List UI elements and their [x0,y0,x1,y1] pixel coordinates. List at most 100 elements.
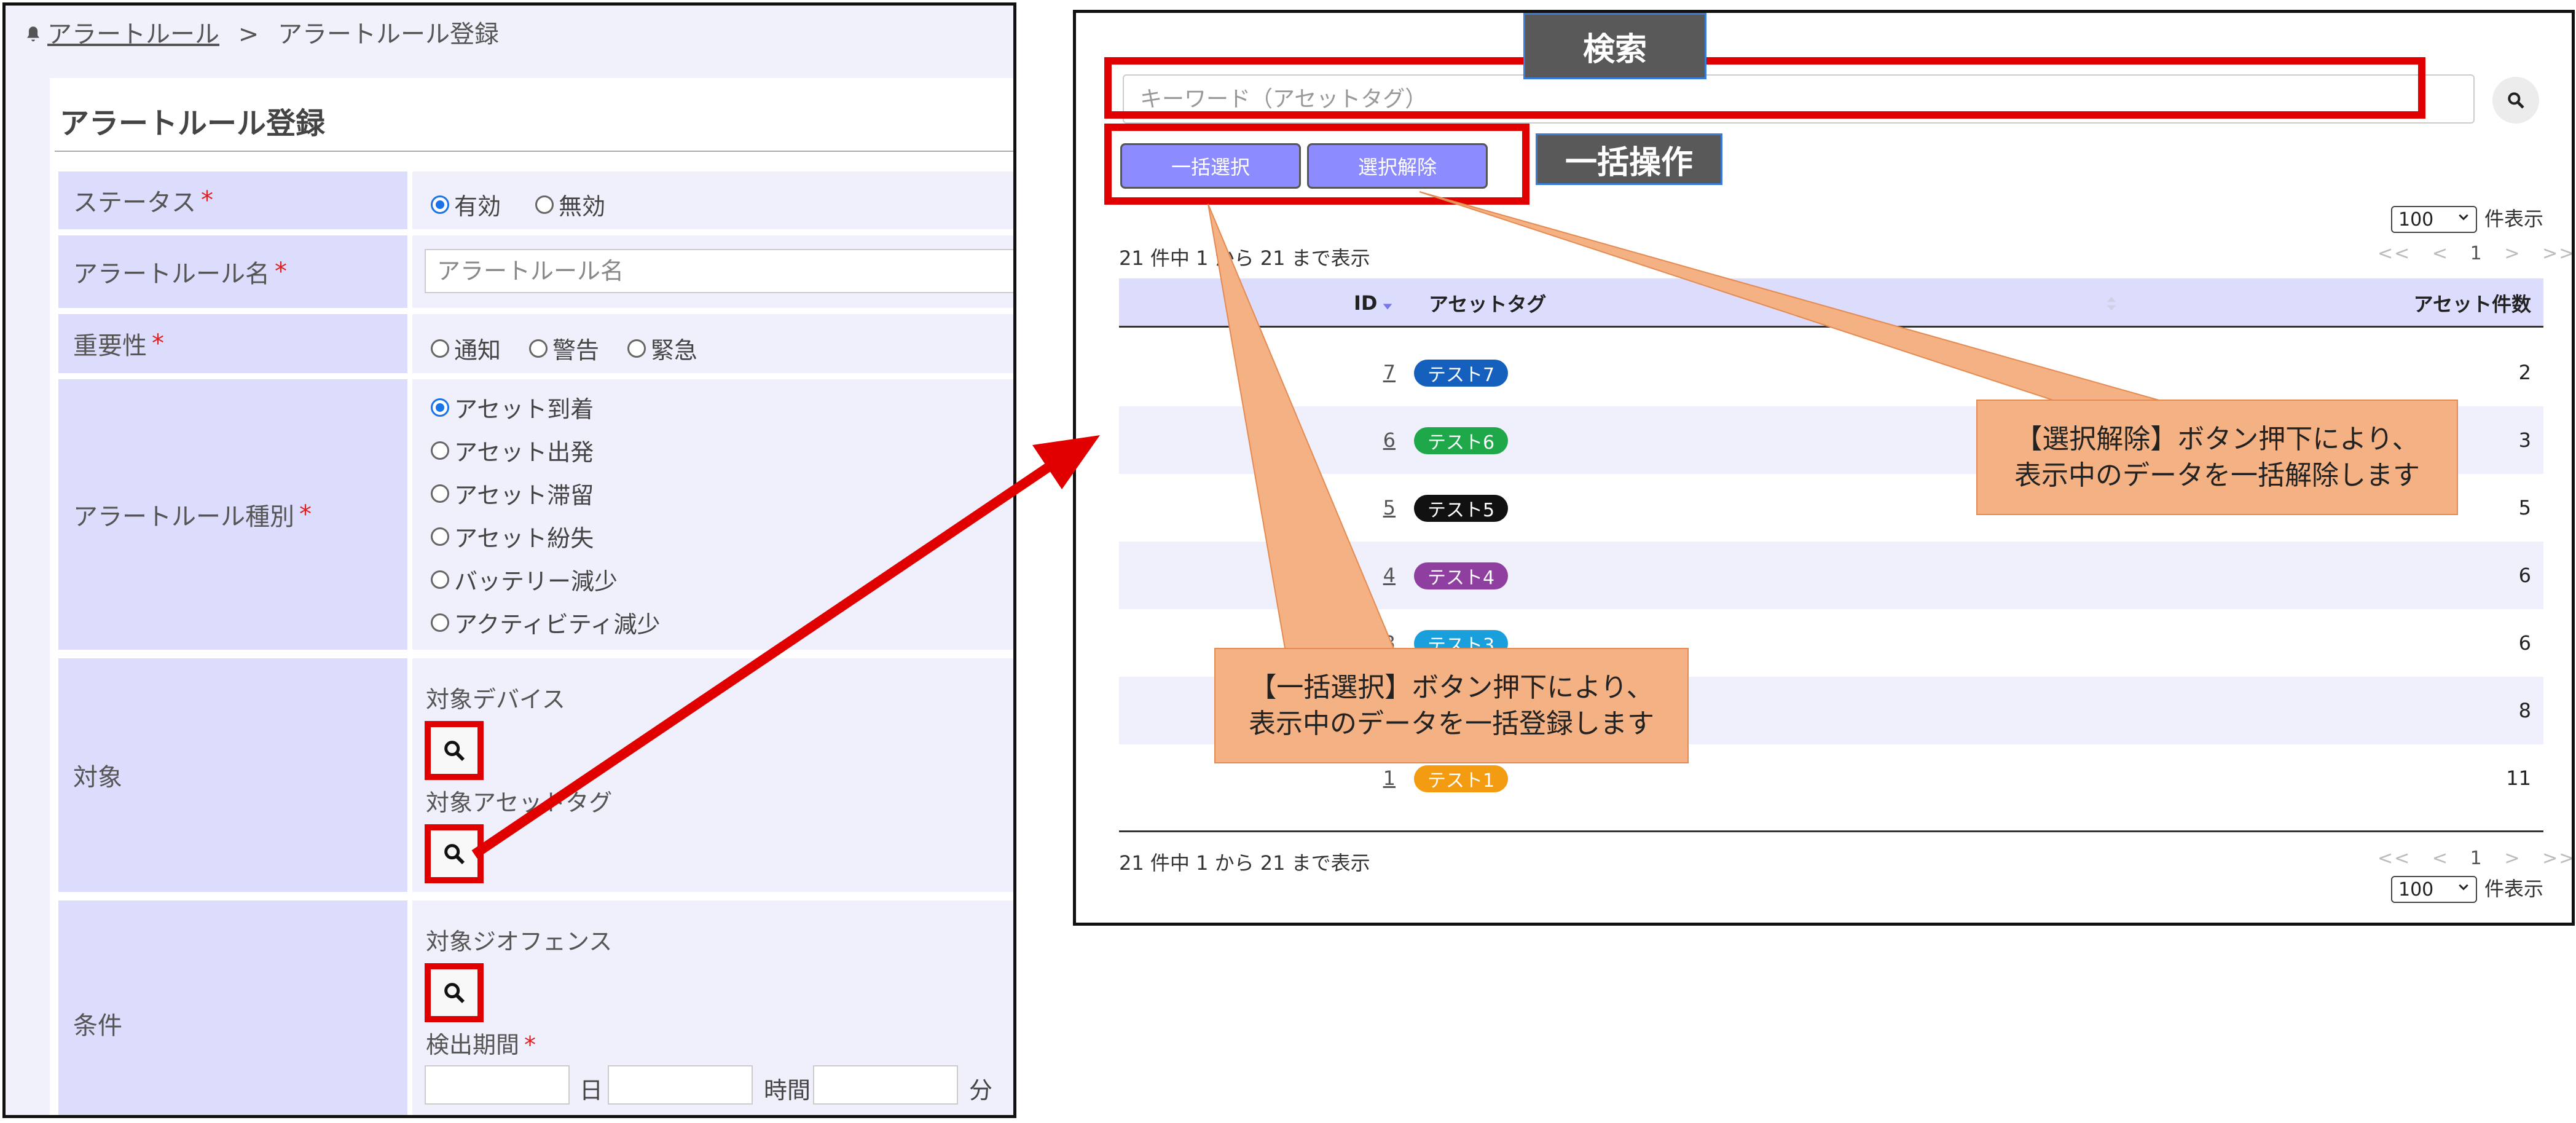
row-id-link[interactable]: 7 [1359,339,1396,406]
per-page-select-bottom[interactable]: 100 [2391,876,2477,903]
rule-type-activity-radio[interactable]: アクティビティ減少 [431,605,661,639]
pagination-top: << < 1 > >> [2378,243,2572,264]
pager-first[interactable]: << [2378,848,2411,869]
severity-notice-radio[interactable]: 通知 [431,331,501,365]
search-icon [2508,92,2524,109]
form-card: アラートルール登録 ステータス* 有効 無効 アラートルール名* 重要性* 通知… [50,78,1013,1115]
target-device-label: 対象デバイス [426,686,565,713]
asset-tag-badge: テスト5 [1414,495,1509,522]
table-row[interactable]: 7 テスト7 2 [1119,339,2543,406]
bell-icon [27,26,39,42]
pager-current[interactable]: 1 [2470,848,2483,869]
target-row: 対象 対象デバイス 対象アセットタグ [58,658,1013,892]
search-button[interactable] [2492,77,2539,124]
pager-next[interactable]: > [2504,848,2521,869]
per-page-select-top[interactable]: 100 [2391,206,2477,233]
asset-count-cell: 6 [2518,631,2531,655]
column-id-header[interactable]: ID [1354,278,1394,328]
rule-type-lost-radio[interactable]: アセット紛失 [431,519,594,553]
search-highlight-box [1104,57,2425,119]
unit-hours: 時間 [764,1077,811,1104]
unit-minutes: 分 [969,1077,993,1104]
rule-type-battery-radio[interactable]: バッテリー減少 [431,562,618,596]
rule-type-label: アラートルール種別 * [58,379,407,650]
page-title: アラートルール登録 [60,106,326,141]
table-row[interactable]: 4 テスト4 6 [1119,542,2543,609]
column-tag-header[interactable]: アセットタグ [1429,278,1546,328]
target-asset-tag-search-button[interactable] [425,824,484,883]
breadcrumb-link-alert-rule[interactable]: アラートルール [47,20,219,49]
asset-count-cell: 2 [2518,361,2531,384]
asset-count-cell: 5 [2518,496,2531,519]
rule-name-label: アラートルール名 * [58,235,407,308]
period-hours-input[interactable] [608,1065,753,1105]
sort-icon [2107,297,2116,310]
bulk-callout: 一括操作 [1536,133,1722,185]
detection-period-label: 検出期間 * [426,1031,536,1058]
pager-last[interactable]: >> [2542,848,2572,869]
search-icon [444,983,465,1004]
pager-current[interactable]: 1 [2470,243,2483,264]
rule-name-row: アラートルール名 * [58,235,1013,308]
asset-tag-badge: テスト6 [1414,427,1509,454]
asset-count-cell: 6 [2518,564,2531,587]
asset-count-cell: 3 [2518,428,2531,452]
status-enabled-radio[interactable]: 有効 [431,187,501,221]
result-summary-top: 21 件中 1 から 21 まで表示 [1119,246,1370,270]
target-device-search-button[interactable] [425,721,484,780]
condition-value: 対象ジオフェンス 検出期間 * 日 時間 分 [412,900,1013,1115]
asset-count-cell: 11 [2506,766,2531,790]
rule-type-row: アラートルール種別 * アセット到着 アセット出発 アセット滞留 アセット紛失 バ… [58,379,1013,650]
pager-first[interactable]: << [2378,243,2411,264]
pager-prev[interactable]: < [2432,243,2449,264]
bulk-highlight-box [1104,124,1530,205]
search-callout: 検索 [1523,13,1706,79]
rule-name-value [412,235,1013,308]
pagination-bottom: << < 1 > >> [2378,848,2572,869]
search-icon [444,741,465,762]
target-asset-tag-label: 対象アセットタグ [426,789,613,816]
severity-urgent-radio[interactable]: 緊急 [627,331,697,365]
breadcrumb-current: アラートルール登録 [277,20,499,49]
pager-last[interactable]: >> [2542,243,2572,264]
title-divider [55,151,1013,152]
severity-value: 通知 警告 緊急 [412,314,1013,373]
pager-prev[interactable]: < [2432,848,2449,869]
asset-tag-badge: テスト7 [1414,360,1509,387]
select-all-annotation: 【一括選択】ボタン押下により、 表示中のデータを一括登録します [1214,648,1689,763]
rule-type-arrival-radio[interactable]: アセット到着 [431,390,594,424]
status-row: ステータス * 有効 無効 [58,171,1013,229]
severity-row: 重要性 * 通知 警告 緊急 [58,314,1013,373]
asset-tag-badge: テスト1 [1414,765,1509,792]
breadcrumb-separator: > [238,20,259,49]
table-bottom-divider [1119,830,2543,832]
rule-name-input[interactable] [425,249,1013,293]
per-page-label-bottom: 件表示 [2484,877,2544,900]
table-header: ID アセットタグ アセット件数 [1119,278,2543,328]
row-id-link[interactable]: 4 [1359,542,1396,609]
result-summary-bottom: 21 件中 1 から 21 まで表示 [1119,851,1370,875]
status-label: ステータス * [58,171,407,229]
row-id-link[interactable]: 5 [1359,474,1396,542]
condition-row: 条件 対象ジオフェンス 検出期間 * 日 時間 分 [58,900,1013,1115]
period-minutes-input[interactable] [813,1065,958,1105]
status-value: 有効 無効 [412,171,1013,229]
sort-desc-icon [1383,304,1392,310]
rule-type-departure-radio[interactable]: アセット出発 [431,433,594,467]
deselect-annotation: 【選択解除】ボタン押下により、 表示中のデータを一括解除します [1976,400,2458,515]
chevron-down-icon [2459,214,2468,221]
period-days-input[interactable] [425,1065,570,1105]
geofence-search-button[interactable] [425,963,484,1022]
row-id-link[interactable]: 6 [1359,406,1396,474]
status-disabled-radio[interactable]: 無効 [535,187,605,221]
pager-next[interactable]: > [2504,243,2521,264]
breadcrumb: アラートルール > アラートルール登録 [23,14,499,50]
chevron-down-icon [2459,884,2468,891]
asset-count-cell: 8 [2518,699,2531,722]
column-count-header[interactable]: アセット件数 [2414,278,2531,328]
severity-warning-radio[interactable]: 警告 [529,331,599,365]
rule-type-stay-radio[interactable]: アセット滞留 [431,476,594,510]
alert-rule-form-panel: アラートルール > アラートルール登録 アラートルール登録 ステータス * 有効 … [2,2,1016,1118]
asset-tag-badge: テスト4 [1414,562,1509,589]
severity-label: 重要性 * [58,314,407,373]
